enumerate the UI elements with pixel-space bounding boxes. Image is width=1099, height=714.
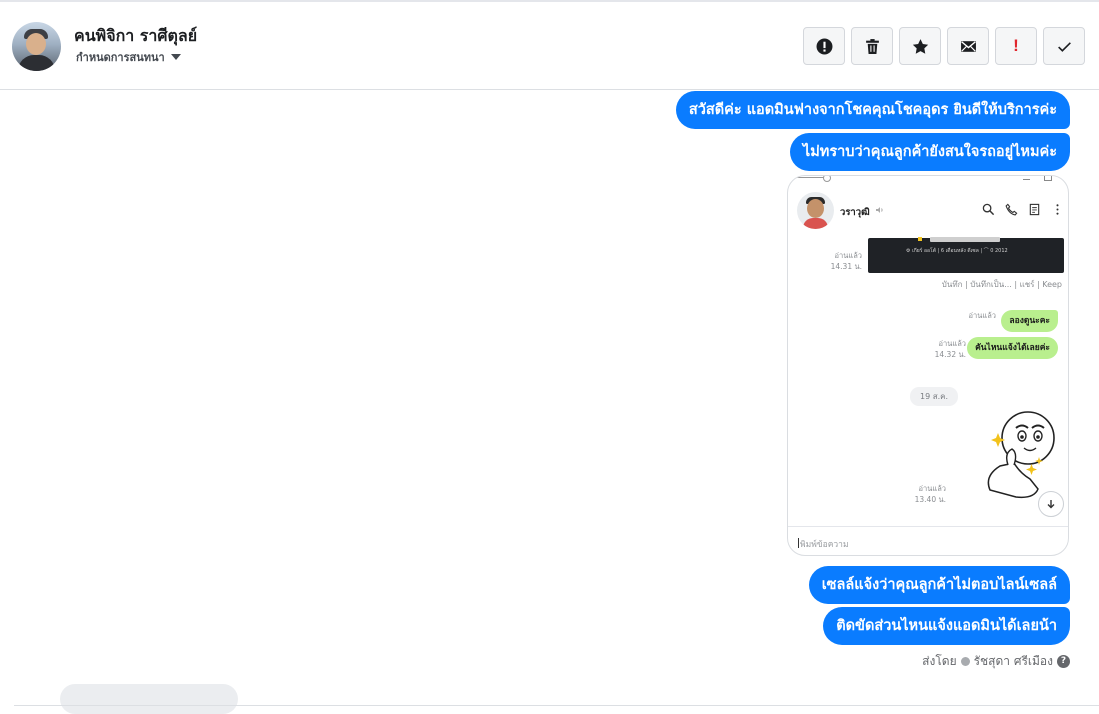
arrow-down-icon (1047, 500, 1055, 509)
line-message-bubble: คันไหนแจ้งได้เลยค่ะ (967, 337, 1058, 359)
read-receipt: อ่านแล้ว 14.32 น. (934, 339, 966, 359)
sender-name: รัชสุดา ศรีเมือง (973, 654, 1053, 668)
image-attachment[interactable]: วราวุฒิ ⚙ เกียร์ ออโต้ | 6 เดือนหลัง ดีเ… (787, 175, 1069, 556)
chat-input-placeholder: พิมพ์ข้อความ (798, 538, 849, 550)
save-share-links: บันทึก | บันทึกเป็น... | แชร์ | Keep (941, 280, 1062, 289)
contact-name[interactable]: คนพิจิกา ราศีตุลย์ (74, 24, 197, 49)
checkmark-icon (1057, 41, 1071, 52)
vehicle-caption: ⚙ เกียร์ ออโต้ | 6 เดือนหลัง ดีเซล | ⌒ 0… (906, 248, 1008, 254)
message-bubble[interactable]: ติดขัดส่วนไหนแจ้งแอดมินได้เลยน้า (823, 607, 1070, 645)
report-button[interactable] (803, 27, 845, 65)
sent-by-label: ส่งโดย (922, 654, 957, 668)
line-message-bubble: ลองดูนะคะ (1001, 310, 1058, 332)
conversation-header: คนพิจิกา ราศีตุลย์ กำหนดการสนทนา ! (0, 2, 1099, 90)
sent-by-line: ส่งโดย รัชสุดา ศรีเมือง ? (922, 652, 1070, 671)
search-icon (982, 203, 995, 216)
help-icon[interactable]: ? (1057, 655, 1070, 668)
scroll-down-button (1038, 491, 1064, 517)
chat-toolbar (982, 203, 1064, 216)
vehicle-image-card: ⚙ เกียร์ ออโต้ | 6 เดือนหลัง ดีเซล | ⌒ 0… (868, 237, 1064, 273)
caret-down-icon (170, 54, 181, 60)
alert-circle-icon (816, 38, 832, 54)
star-button[interactable] (899, 27, 941, 65)
incoming-message-placeholder (60, 684, 238, 714)
chat-avatar (797, 192, 834, 229)
envelope-icon (960, 40, 976, 52)
exclamation-icon: ! (1013, 36, 1019, 55)
chat-name: วราวุฒิ (840, 207, 870, 218)
date-divider: 19 ส.ค. (910, 387, 959, 406)
message-bubble[interactable]: สวัสดีค่ะ แอดมินฟางจากโชคคุณโชคอุดร ยินด… (675, 91, 1070, 129)
speaker-icon (876, 207, 883, 213)
sticker-image (987, 411, 1055, 499)
message-bubble[interactable]: ไม่ทราบว่าคุณลูกค้ายังสนใจรถอยู่ไหมค่ะ (789, 133, 1070, 171)
done-button[interactable] (1043, 27, 1085, 65)
mark-unread-button[interactable] (947, 27, 989, 65)
star-icon (912, 38, 928, 54)
message-bubble[interactable]: เซลล์แจ้งว่าคุณลูกค้าไม่ตอบไลน์เซลล์ (808, 566, 1070, 604)
composer-divider (14, 705, 1099, 706)
important-button[interactable]: ! (995, 27, 1037, 65)
more-icon (1056, 204, 1059, 215)
phone-icon (1005, 203, 1018, 216)
label-dropdown[interactable]: กำหนดการสนทนา (76, 48, 181, 66)
contact-avatar[interactable] (12, 22, 61, 71)
read-receipt: อ่านแล้ว (968, 311, 996, 320)
window-controls (788, 176, 1068, 184)
verified-icon (960, 657, 970, 666)
trash-icon (865, 38, 879, 54)
read-receipt: อ่านแล้ว 14.31 น. (830, 251, 862, 271)
delete-button[interactable] (851, 27, 893, 65)
action-toolbar: ! (803, 27, 1085, 65)
notes-icon (1029, 203, 1040, 216)
read-receipt: อ่านแล้ว 13.40 น. (914, 484, 946, 504)
label-dropdown-text: กำหนดการสนทนา (76, 51, 165, 64)
